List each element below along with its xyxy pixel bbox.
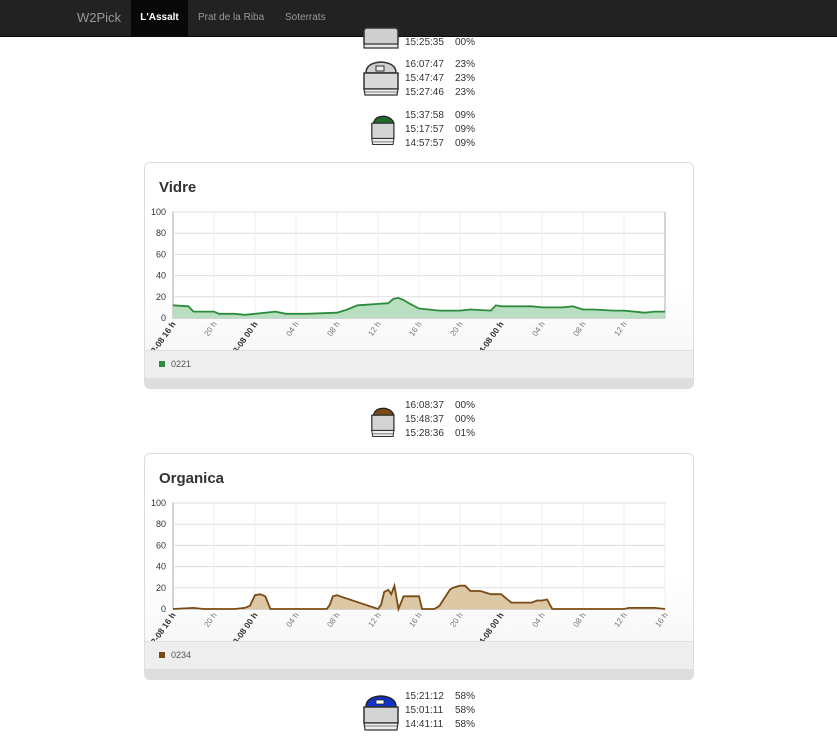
x-tick-label: 12 h [612,611,628,629]
blue-lid-bin-icon [363,695,399,731]
x-tick-label: 12-08 16 h [146,610,178,644]
x-tick-label: 12 h [612,320,628,338]
y-tick-label: 100 [151,207,166,217]
reading-row: 15:28:36 01% [405,428,476,439]
y-tick-label: 20 [156,292,166,302]
nav-item-lassalt[interactable]: L'Assalt [131,0,188,36]
legend-label[interactable]: 0234 [171,650,191,660]
x-tick-label: 16 h [407,611,423,629]
x-tick-label: 13-08 00 h [228,319,260,353]
x-tick-label: 14-08 00 h [474,319,506,353]
x-tick-label: 08 h [571,611,587,629]
x-tick-label: 20 h [448,320,464,338]
y-tick-label: 40 [156,271,166,281]
chart-legend: 0221 [145,350,693,379]
x-tick-label: 04 h [530,611,546,629]
vidre-chart: 0 20 40 60 80 100 12-08 16 h 20 h 13-08 00 h 04 h… [146,207,666,353]
x-tick-label: 08 h [325,320,341,338]
x-tick-label: 20 h [202,611,218,629]
y-tick-label: 100 [151,498,166,508]
reading-row: 14:41:11 58% [405,719,476,730]
x-tick-label: 04 h [530,320,546,338]
brand-logo[interactable]: W2Pick [77,10,121,25]
legend-swatch [159,361,165,367]
grey-bin-icon [363,61,399,96]
x-tick-label: 16 h [407,320,423,338]
organica-chart: 0 20 40 60 80 100 12-08 16 h 20 h 13-08 00 h 04 h… [146,498,670,644]
reading-row: 15:47:47 23% [405,73,476,84]
x-tick-label: 16 h [653,611,669,629]
x-tick-label: 20 h [448,611,464,629]
reading-row: 15:21:12 58% [405,691,476,702]
y-tick-label: 80 [156,228,166,238]
y-tick-label: 60 [156,540,166,550]
y-tick-label: 20 [156,583,166,593]
brown-lid-bin-icon [371,407,395,437]
panel-footer [145,378,693,388]
y-tick-label: 80 [156,519,166,529]
reading-row: 15:17:57 09% [405,124,476,135]
x-tick-label: 08 h [571,320,587,338]
x-tick-label: 14-08 00 h [474,610,506,644]
y-tick-label: 0 [161,604,166,614]
reading-row: 15:27:46 23% [405,87,476,98]
x-tick-label: 12 h [366,320,382,338]
chart-panel-organica: Organica 0 20 40 60 80 100 12-08 16 h 20 h 13-08… [144,453,694,680]
chart-panel-vidre: Vidre 0 20 40 60 80 100 12-08 16 h 20 h 13-08 00… [144,162,694,389]
x-tick-label: 04 h [284,611,300,629]
y-tick-label: 40 [156,562,166,572]
x-tick-label: 12 h [366,611,382,629]
y-tick-label: 60 [156,249,166,259]
chart-legend: 0234 [145,641,693,670]
grey-bin-icon [363,27,399,49]
reading-row: 15:01:11 58% [405,705,476,716]
y-tick-label: 0 [161,313,166,323]
x-tick-label: 20 h [202,320,218,338]
reading-row: 16:07:47 23% [405,59,476,70]
reading-row: 15:48:37 00% [405,414,476,425]
x-tick-label: 12-08 16 h [146,319,178,353]
green-lid-bin-icon [371,115,395,145]
legend-label[interactable]: 0221 [171,359,191,369]
x-tick-label: 08 h [325,611,341,629]
reading-row: 16:08:37 00% [405,400,476,411]
x-tick-label: 13-08 00 h [228,610,260,644]
panel-footer [145,669,693,679]
nav-item-soterrats[interactable]: Soterrats [285,0,326,36]
x-tick-label: 04 h [284,320,300,338]
nav-item-prat-de-la-riba[interactable]: Prat de la Riba [198,0,264,36]
legend-swatch [159,652,165,658]
reading-row: 14:57:57 09% [405,138,476,149]
top-navbar: W2Pick L'Assalt Prat de la Riba Soterrat… [0,0,837,37]
reading-row: 15:25:35 00% [405,37,476,48]
reading-row: 15:37:58 09% [405,110,476,121]
